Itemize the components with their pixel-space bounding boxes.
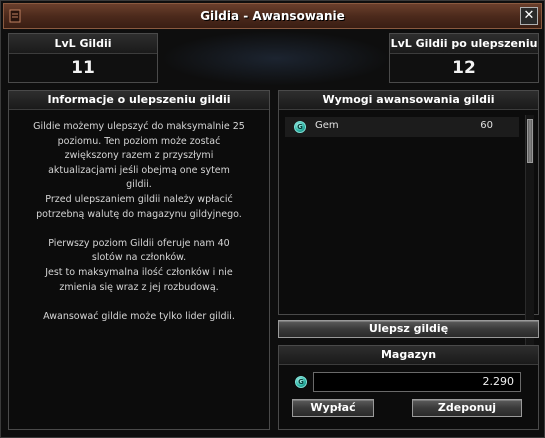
- info-paragraph: Pierwszy poziom Gildii oferuje nam 40 sl…: [45, 237, 233, 293]
- info-paragraph: Awansować gildie może tylko lider gildii…: [43, 310, 235, 322]
- next-level-value: 12: [452, 58, 476, 78]
- storage-heading: Magazyn: [279, 346, 538, 365]
- gem-icon: G: [294, 121, 306, 133]
- requirement-amount: 60: [480, 120, 493, 131]
- window-title: Gildia - Awansowanie: [200, 9, 345, 23]
- title-bar[interactable]: Gildia - Awansowanie ✕: [3, 3, 542, 29]
- info-paragraph: Gildie możemy ulepszyć do maksymalnie 25…: [33, 121, 245, 220]
- info-panel-heading: Informacje o ulepszeniu gildii: [9, 91, 269, 110]
- gem-icon: G: [295, 376, 307, 388]
- scrollbar-thumb[interactable]: [527, 119, 533, 163]
- close-icon: ✕: [523, 8, 535, 23]
- requirements-panel: Wymogi awansowania gildii G Gem 60: [278, 90, 539, 395]
- storage-amount-field[interactable]: 2.290: [313, 372, 521, 392]
- current-level-label: LvL Gildii: [9, 34, 157, 54]
- guild-upgrade-window: Gildia - Awansowanie ✕ LvL Gildii 11 LvL…: [0, 0, 545, 438]
- withdraw-button[interactable]: Wypłać: [292, 399, 374, 417]
- info-panel: Informacje o ulepszeniu gildii Gildie mo…: [8, 90, 270, 430]
- storage-panel: Magazyn G 2.290 Wypłać Zdeponuj: [278, 345, 539, 430]
- next-level-box: LvL Gildii po ulepszeniu 12: [389, 33, 539, 83]
- info-text: Gildie możemy ulepszyć do maksymalnie 25…: [9, 110, 269, 324]
- current-level-box: LvL Gildii 11: [8, 33, 158, 83]
- next-level-label: LvL Gildii po ulepszeniu: [390, 34, 538, 54]
- current-level-value: 11: [71, 58, 95, 78]
- requirement-row[interactable]: G Gem 60: [285, 117, 519, 137]
- requirement-name: Gem: [315, 120, 339, 131]
- gem-icon-letter: G: [298, 378, 304, 386]
- deposit-button[interactable]: Zdeponuj: [412, 399, 522, 417]
- gem-icon-letter: G: [297, 123, 303, 131]
- upgrade-guild-button[interactable]: Ulepsz gildię: [278, 320, 539, 338]
- close-button[interactable]: ✕: [520, 7, 538, 25]
- guild-emblem-background: [161, 31, 391, 86]
- requirements-heading: Wymogi awansowania gildii: [279, 91, 538, 110]
